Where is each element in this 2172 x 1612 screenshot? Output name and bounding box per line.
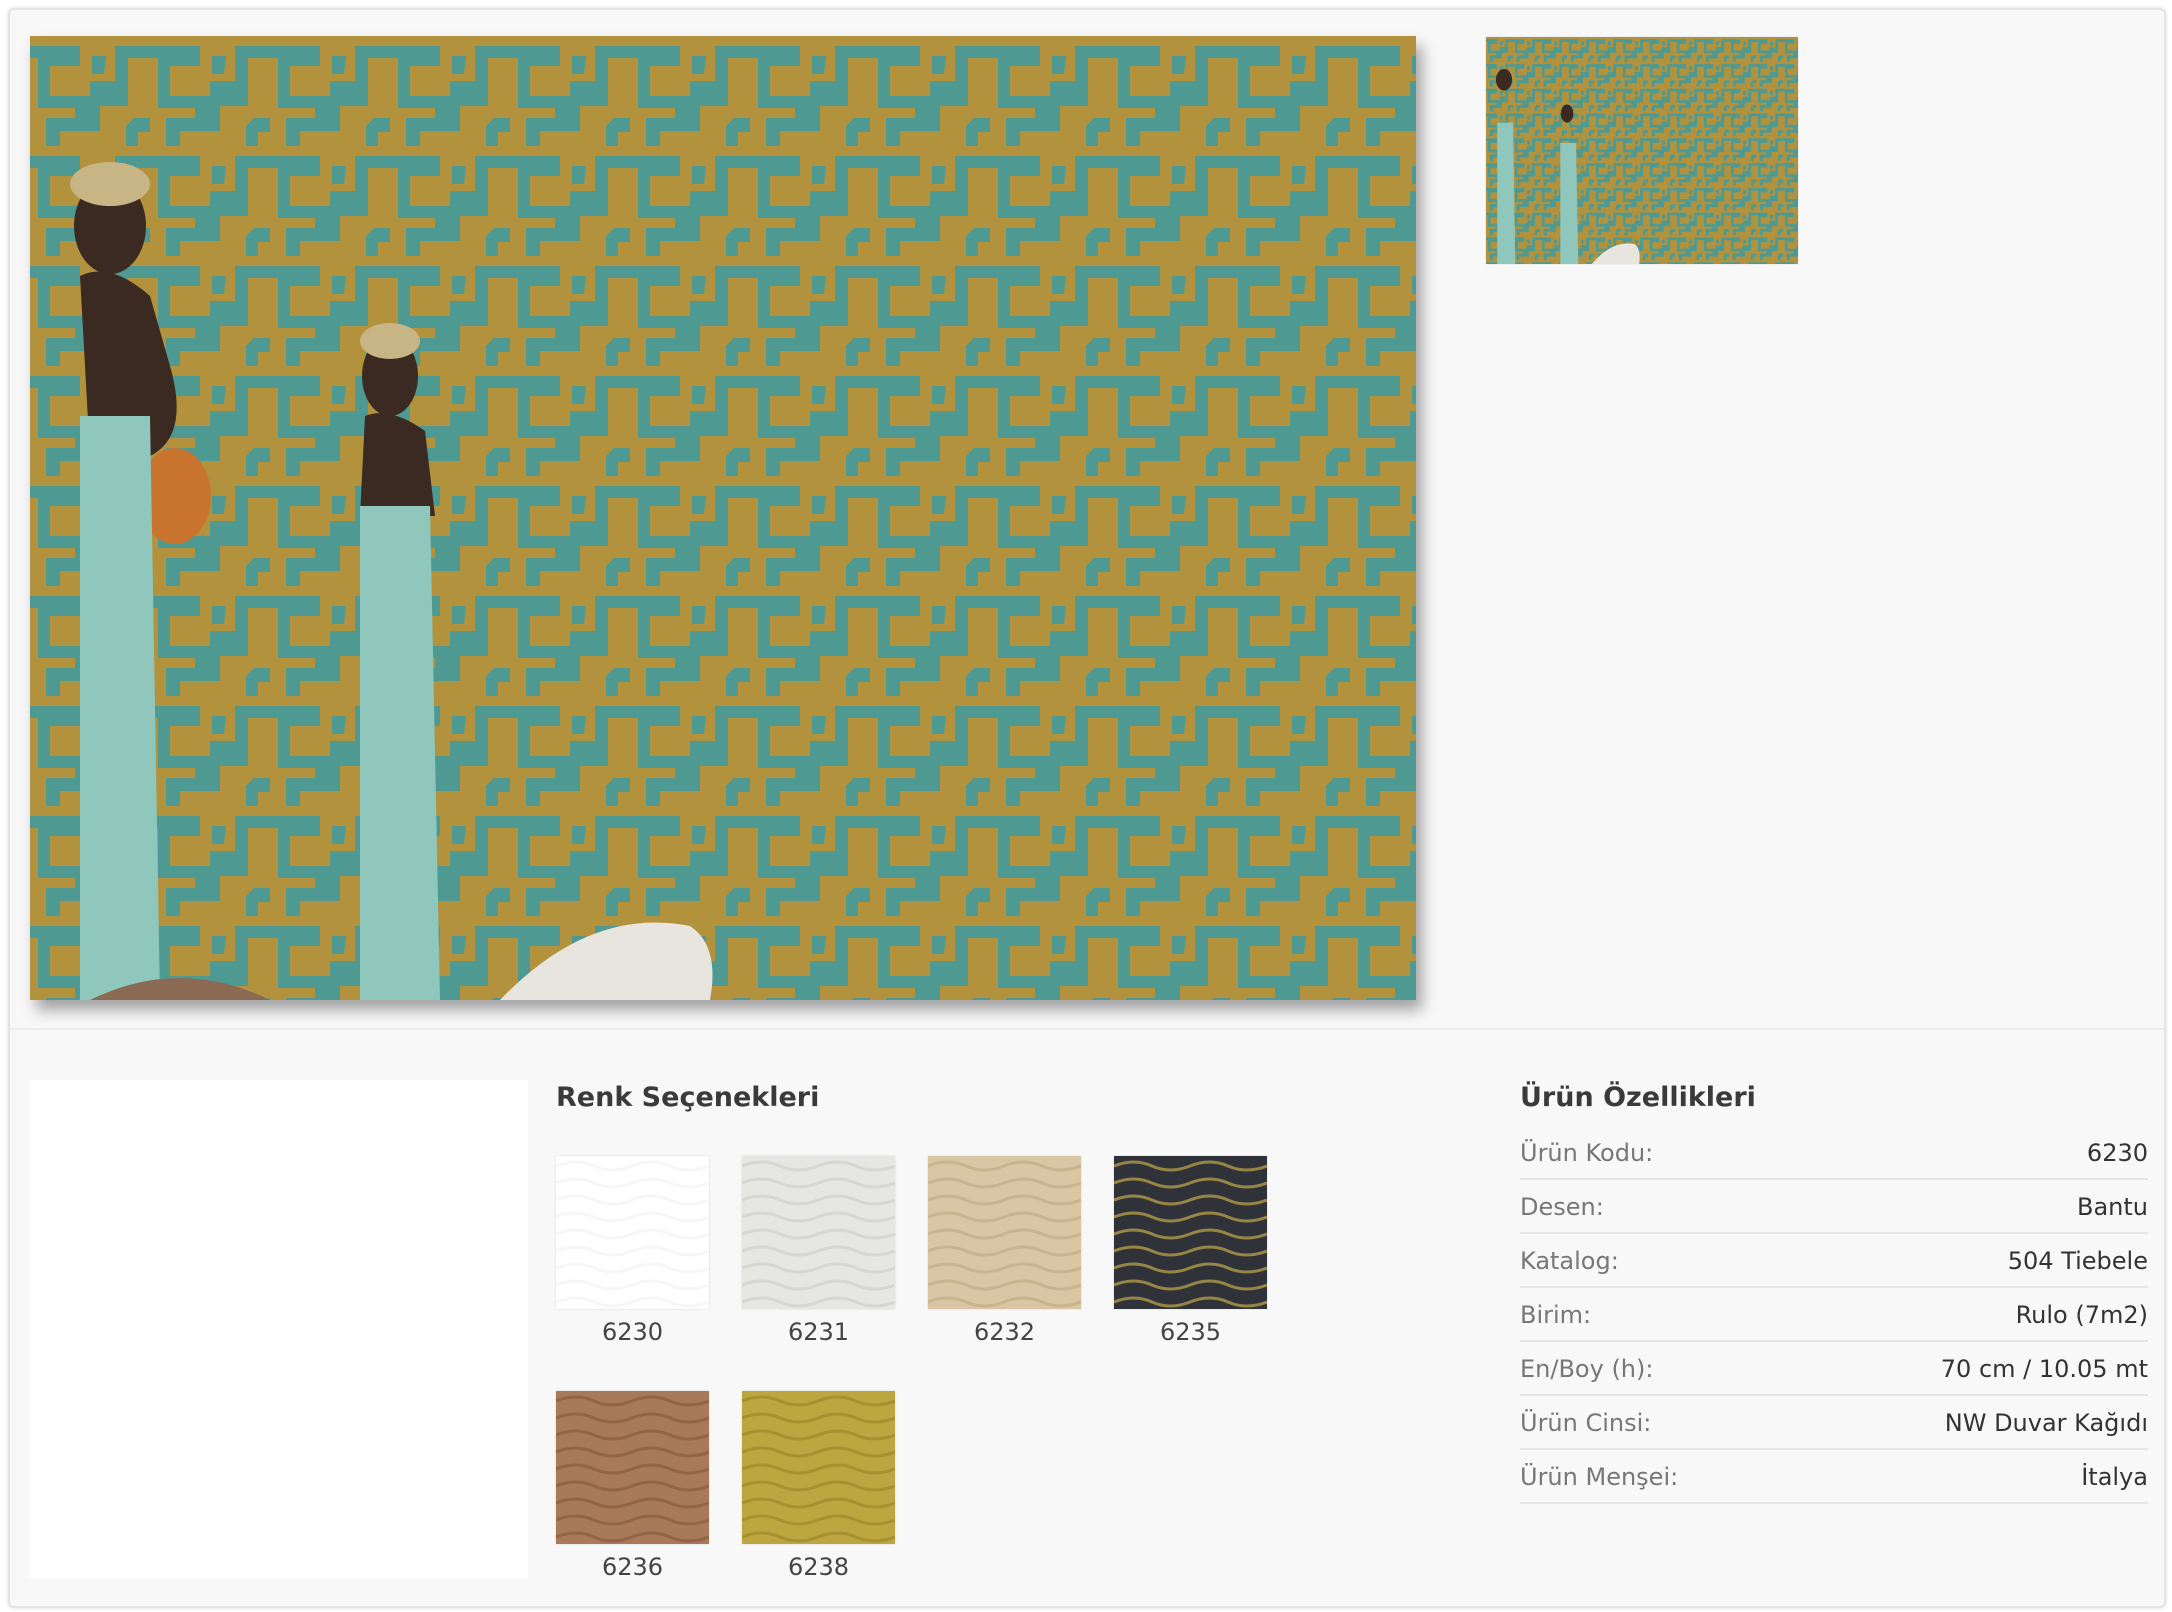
- property-label: En/Boy (h):: [1520, 1355, 1654, 1383]
- swatch-code[interactable]: 6231: [742, 1317, 895, 1347]
- product-properties-title: Ürün Özellikleri: [1520, 1082, 1756, 1113]
- property-row-origin: Ürün Menşei: İtalya: [1520, 1452, 2148, 1504]
- property-row-size: En/Boy (h): 70 cm / 10.05 mt: [1520, 1344, 2148, 1396]
- swatch-chip[interactable]: [556, 1391, 709, 1544]
- swatch-code[interactable]: 6236: [556, 1552, 709, 1582]
- color-swatch[interactable]: 6238: [742, 1391, 895, 1582]
- property-label: Katalog:: [1520, 1247, 1619, 1275]
- property-value: 504 Tiebele: [2007, 1247, 2148, 1275]
- color-swatch[interactable]: 6232: [928, 1156, 1081, 1347]
- swatch-code[interactable]: 6232: [928, 1317, 1081, 1347]
- gallery-thumbnail[interactable]: [1485, 36, 1799, 265]
- property-value: İtalya: [2081, 1463, 2148, 1491]
- color-swatch[interactable]: 6230: [556, 1156, 709, 1347]
- color-swatch[interactable]: 6236: [556, 1391, 709, 1582]
- swatch-chip[interactable]: [742, 1391, 895, 1544]
- page-frame: Renk Seçenekleri 6230 6231 6232 6235 623…: [8, 8, 2166, 1608]
- property-label: Desen:: [1520, 1193, 1604, 1221]
- product-properties: Ürün Özellikleri Ürün Kodu: 6230 Desen: …: [1520, 1080, 2148, 1506]
- property-row-catalog: Katalog: 504 Tiebele: [1520, 1236, 2148, 1288]
- swatch-code[interactable]: 6235: [1114, 1317, 1267, 1347]
- color-options-title: Renk Seçenekleri: [556, 1082, 820, 1113]
- swatch-chip[interactable]: [742, 1156, 895, 1309]
- property-row-type: Ürün Cinsi: NW Duvar Kağıdı: [1520, 1398, 2148, 1450]
- property-value: 70 cm / 10.05 mt: [1940, 1355, 2148, 1383]
- property-value: NW Duvar Kağıdı: [1944, 1409, 2148, 1437]
- property-value: Bantu: [2076, 1193, 2148, 1221]
- property-label: Ürün Menşei:: [1520, 1463, 1679, 1491]
- main-product-image[interactable]: [30, 36, 1416, 1000]
- swatch-code[interactable]: 6230: [556, 1317, 709, 1347]
- swatch-code[interactable]: 6238: [742, 1552, 895, 1582]
- swatch-chip[interactable]: [1114, 1156, 1267, 1309]
- property-label: Ürün Kodu:: [1520, 1139, 1654, 1167]
- color-swatch[interactable]: 6235: [1114, 1156, 1267, 1347]
- product-preview-panel: [30, 1080, 528, 1578]
- property-row-code: Ürün Kodu: 6230: [1520, 1128, 2148, 1180]
- swatch-chip[interactable]: [928, 1156, 1081, 1309]
- color-swatch[interactable]: 6231: [742, 1156, 895, 1347]
- property-row-pattern: Desen: Bantu: [1520, 1182, 2148, 1234]
- property-label: Ürün Cinsi:: [1520, 1409, 1652, 1437]
- property-label: Birim:: [1520, 1301, 1592, 1329]
- property-value: 6230: [2086, 1139, 2148, 1167]
- swatch-grid: 6230 6231 6232 6235 6236 6238: [556, 1156, 1316, 1582]
- property-row-unit: Birim: Rulo (7m2): [1520, 1290, 2148, 1342]
- swatch-chip[interactable]: [556, 1156, 709, 1309]
- property-value: Rulo (7m2): [2015, 1301, 2148, 1329]
- color-options: Renk Seçenekleri 6230 6231 6232 6235 623…: [556, 1080, 1316, 1582]
- product-gallery: [10, 10, 2164, 1030]
